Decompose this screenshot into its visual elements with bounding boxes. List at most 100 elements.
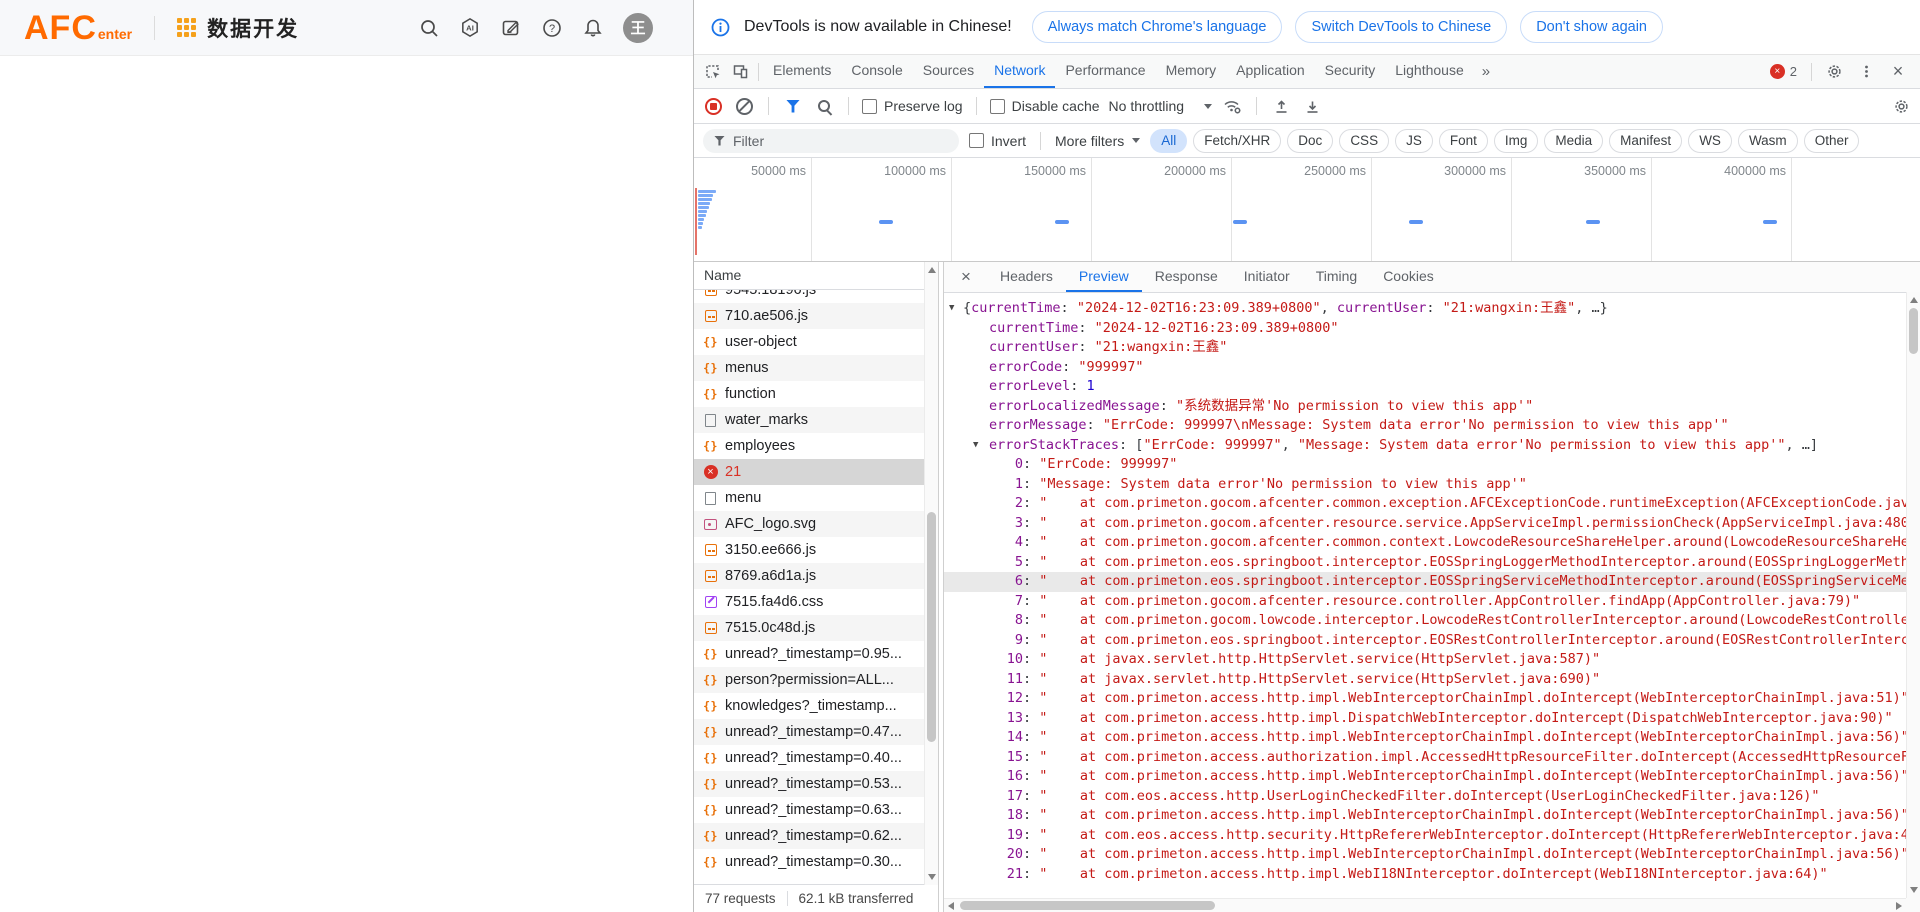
tree-line[interactable]: currentUser: "21:wangxin:王鑫": [944, 338, 1906, 358]
close-detail-icon[interactable]: ×: [953, 267, 979, 287]
detail-tab[interactable]: Cookies: [1370, 262, 1447, 292]
expand-arrow-icon[interactable]: ▼: [973, 436, 978, 456]
clear-button[interactable]: [733, 95, 755, 117]
checkbox[interactable]: [990, 99, 1005, 114]
tree-line[interactable]: 21: " at com.primeton.access.http.impl.W…: [944, 865, 1906, 885]
tree-line[interactable]: errorLevel: 1: [944, 377, 1906, 397]
table-row[interactable]: menu: [694, 485, 925, 511]
kebab-menu-icon[interactable]: [1852, 59, 1880, 85]
checkbox[interactable]: [969, 133, 984, 148]
scrollbar-thumb[interactable]: [1909, 308, 1918, 354]
inspect-icon[interactable]: [698, 59, 726, 85]
resource-filter-pill[interactable]: CSS: [1339, 129, 1389, 153]
table-row[interactable]: water_marks: [694, 407, 925, 433]
network-conditions-icon[interactable]: [1221, 95, 1243, 117]
import-har-icon[interactable]: [1270, 95, 1292, 117]
resource-filter-pill[interactable]: Fetch/XHR: [1193, 129, 1281, 153]
tree-line[interactable]: errorLocalizedMessage: "系统数据异常'No permis…: [944, 397, 1906, 417]
preview-hscrollbar[interactable]: [944, 898, 1906, 912]
tree-line[interactable]: errorMessage: "ErrCode: 999997\nMessage:…: [944, 416, 1906, 436]
tree-line[interactable]: 5: " at com.primeton.eos.springboot.inte…: [944, 553, 1906, 573]
help-icon[interactable]: ?: [541, 17, 563, 39]
search-icon[interactable]: [418, 17, 440, 39]
table-row[interactable]: person?permission=ALL...: [694, 667, 925, 693]
compose-icon[interactable]: [500, 17, 522, 39]
devtools-tab[interactable]: Elements: [763, 55, 841, 88]
detail-tab[interactable]: Preview: [1066, 262, 1142, 292]
devtools-tab[interactable]: Sources: [913, 55, 984, 88]
table-row[interactable]: 21: [694, 459, 925, 485]
tree-line[interactable]: 17: " at com.eos.access.http.UserLoginCh…: [944, 787, 1906, 807]
table-row[interactable]: AFC_logo.svg: [694, 511, 925, 537]
preserve-log-checkbox[interactable]: Preserve log: [862, 98, 963, 114]
invert-checkbox[interactable]: Invert: [969, 133, 1026, 149]
table-row[interactable]: 3150.ee666.js: [694, 537, 925, 563]
detail-tab[interactable]: Initiator: [1231, 262, 1303, 292]
resource-filter-pill[interactable]: WS: [1688, 129, 1732, 153]
tree-line[interactable]: 12: " at com.primeton.access.http.impl.W…: [944, 689, 1906, 709]
avatar[interactable]: 王: [623, 13, 653, 43]
preview-vscrollbar[interactable]: [1906, 292, 1920, 898]
filter-toggle-icon[interactable]: [782, 95, 804, 117]
detail-tab[interactable]: Timing: [1303, 262, 1371, 292]
error-badge[interactable]: × 2: [1770, 64, 1797, 79]
resource-filter-pill[interactable]: Manifest: [1609, 129, 1682, 153]
resource-filter-pill[interactable]: Font: [1439, 129, 1488, 153]
table-row[interactable]: employees: [694, 433, 925, 459]
tree-line[interactable]: 6: " at com.primeton.eos.springboot.inte…: [944, 572, 1906, 592]
resource-filter-pill[interactable]: Other: [1804, 129, 1860, 153]
resource-filter-pill[interactable]: All: [1150, 129, 1187, 153]
scrollbar-down-arrow[interactable]: [928, 874, 936, 880]
scrollbar-thumb[interactable]: [927, 512, 936, 742]
table-row[interactable]: user-object: [694, 329, 925, 355]
devtools-tab[interactable]: Network: [984, 55, 1055, 88]
search-network-icon[interactable]: [813, 95, 835, 117]
tree-line[interactable]: 20: " at com.primeton.access.http.impl.W…: [944, 845, 1906, 865]
table-row[interactable]: function: [694, 381, 925, 407]
tree-line[interactable]: 2: " at com.primeton.gocom.afcenter.comm…: [944, 494, 1906, 514]
table-row[interactable]: unread?_timestamp=0.62...: [694, 823, 925, 849]
notification-button[interactable]: Switch DevTools to Chinese: [1295, 11, 1507, 43]
resource-filter-pill[interactable]: JS: [1395, 129, 1433, 153]
devtools-tab[interactable]: Memory: [1156, 55, 1227, 88]
throttling-select[interactable]: No throttling: [1109, 98, 1212, 114]
more-filters-dropdown[interactable]: More filters: [1055, 133, 1140, 149]
filter-input[interactable]: Filter: [703, 129, 959, 153]
afc-logo[interactable]: AFC enter: [24, 11, 132, 45]
scrollbar-up-arrow[interactable]: [1910, 297, 1918, 303]
table-row[interactable]: unread?_timestamp=0.47...: [694, 719, 925, 745]
name-column-header[interactable]: Name: [694, 262, 938, 290]
table-row[interactable]: unread?_timestamp=0.30...: [694, 849, 925, 875]
tree-line[interactable]: errorCode: "999997": [944, 358, 1906, 378]
tree-line[interactable]: 15: " at com.primeton.access.authorizati…: [944, 748, 1906, 768]
device-toolbar-icon[interactable]: [726, 59, 754, 85]
close-devtools-icon[interactable]: ×: [1884, 59, 1912, 85]
tree-line[interactable]: 0: "ErrCode: 999997": [944, 455, 1906, 475]
tree-line[interactable]: 4: " at com.primeton.gocom.afcenter.comm…: [944, 533, 1906, 553]
table-row[interactable]: menus: [694, 355, 925, 381]
tree-line[interactable]: 16: " at com.primeton.access.http.impl.W…: [944, 767, 1906, 787]
resource-filter-pill[interactable]: Media: [1544, 129, 1603, 153]
table-row[interactable]: 710.ae506.js: [694, 303, 925, 329]
devtools-tab[interactable]: Console: [841, 55, 912, 88]
scrollbar-up-arrow[interactable]: [928, 267, 936, 273]
tree-line[interactable]: 18: " at com.primeton.access.http.impl.W…: [944, 806, 1906, 826]
scrollbar-thumb[interactable]: [960, 901, 1215, 910]
scrollbar-right-arrow[interactable]: [1896, 902, 1902, 910]
export-har-icon[interactable]: [1301, 95, 1323, 117]
table-row[interactable]: unread?_timestamp=0.95...: [694, 641, 925, 667]
resource-filter-pill[interactable]: Img: [1494, 129, 1539, 153]
tree-line[interactable]: 9: " at com.primeton.eos.springboot.inte…: [944, 631, 1906, 651]
table-row[interactable]: 7515.fa4d6.css: [694, 589, 925, 615]
table-row[interactable]: 7515.0c48d.js: [694, 615, 925, 641]
tree-line[interactable]: 13: " at com.primeton.access.http.impl.D…: [944, 709, 1906, 729]
network-settings-icon[interactable]: [1890, 95, 1912, 117]
disable-cache-checkbox[interactable]: Disable cache: [990, 98, 1100, 114]
devtools-tab[interactable]: Application: [1226, 55, 1315, 88]
tree-line[interactable]: 3: " at com.primeton.gocom.afcenter.reso…: [944, 514, 1906, 534]
tree-line[interactable]: 8: " at com.primeton.gocom.lowcode.inter…: [944, 611, 1906, 631]
tree-line[interactable]: 7: " at com.primeton.gocom.afcenter.reso…: [944, 592, 1906, 612]
notification-button[interactable]: Don't show again: [1520, 11, 1663, 43]
detail-tab[interactable]: Headers: [987, 262, 1066, 292]
scrollbar-left-arrow[interactable]: [948, 902, 954, 910]
